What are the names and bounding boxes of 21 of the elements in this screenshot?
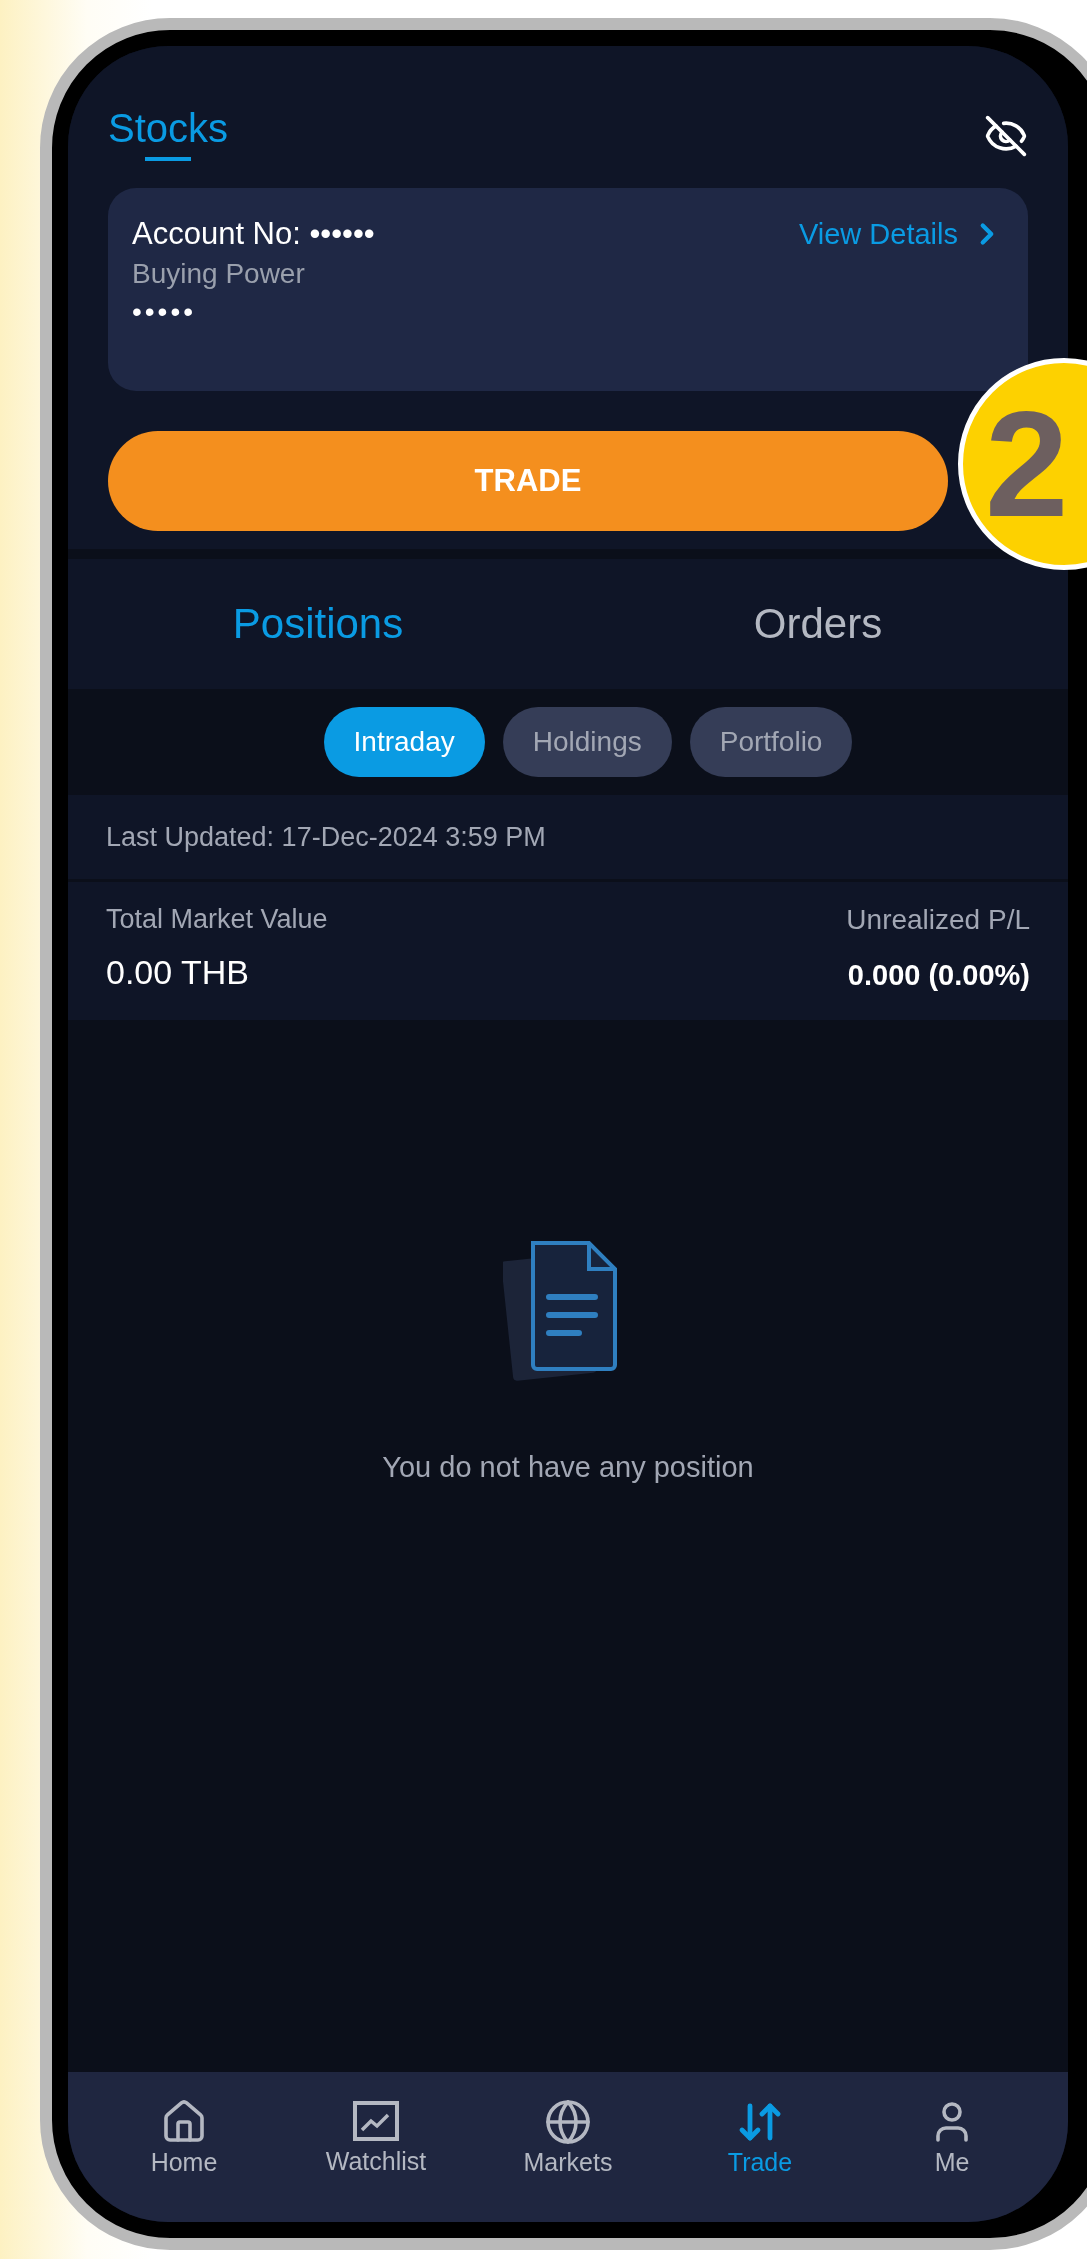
globe-icon [544,2097,592,2146]
filter-chip[interactable]: Holdings [502,707,672,777]
filter-chip[interactable]: Portfolio [689,707,853,777]
market-value-label: Total Market Value [106,904,329,936]
filter-chip[interactable]: Intraday [323,707,485,777]
nav-item[interactable]: Home [99,2072,269,2202]
tab[interactable]: Positions [68,559,568,689]
nav-item[interactable]: Watchlist [291,2072,461,2202]
nav-item[interactable]: Me [867,2072,1037,2202]
account-number: Account No: •••••• [132,216,375,252]
pl-value: 0.000 (0.00%) [846,958,1030,992]
market-value: 0.00 THB [106,952,250,993]
pl-label: Unrealized P/L [846,904,1030,937]
last-updated-text: Last Updated: 17-Dec-2024 3:59 PM [106,821,546,853]
buying-power-label: Buying Power [132,258,306,290]
nav-item[interactable]: Trade [675,2072,845,2202]
view-details-link[interactable]: View Details [798,217,1004,251]
nav-item[interactable]: Markets [483,2072,653,2202]
buying-power-value: ••••• [132,296,197,328]
eye-off-icon[interactable] [984,114,1028,158]
empty-state-text: You do not have any position [382,1451,754,1484]
